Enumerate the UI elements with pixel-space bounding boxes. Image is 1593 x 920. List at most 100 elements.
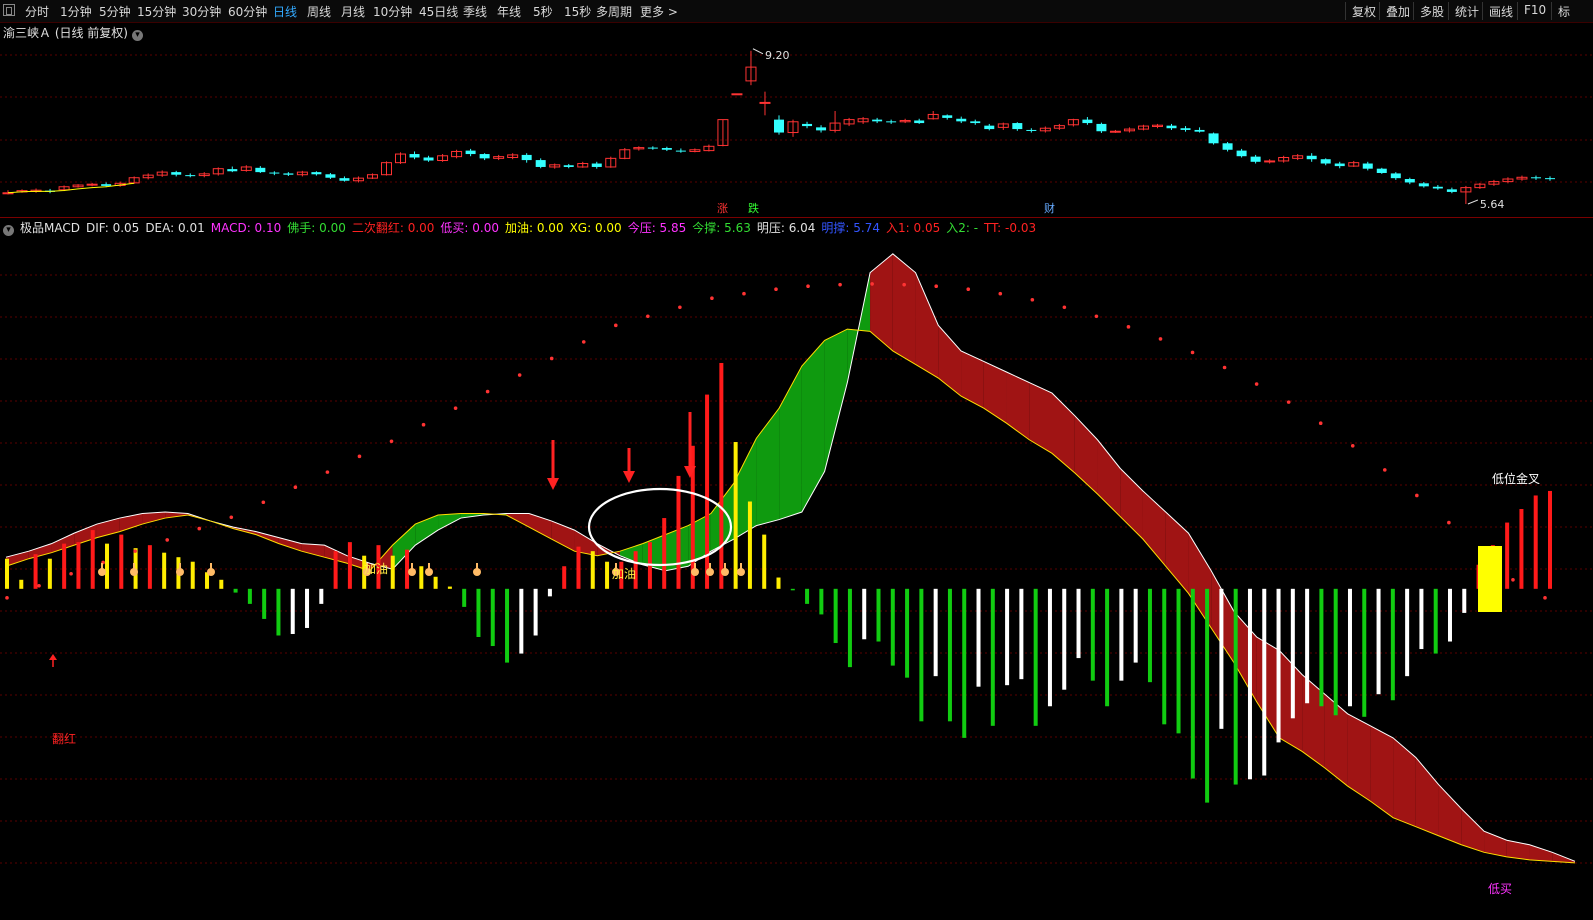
macd-bar [676, 475, 681, 589]
signal-dot [966, 287, 971, 292]
bear-band [392, 524, 416, 570]
signal-dot [293, 485, 298, 489]
macd-bar [919, 588, 924, 722]
macd-bar [162, 552, 167, 589]
signal-dot [998, 291, 1003, 296]
signal-dot [1543, 596, 1547, 600]
signal-dot [197, 526, 202, 531]
macd-bar [62, 543, 67, 589]
signal-label: 低位金叉 [1492, 471, 1540, 486]
down-arrow-head [623, 471, 635, 483]
macd-bar [147, 545, 152, 589]
macd-bar [1133, 588, 1138, 663]
hand-signal-icon [98, 568, 106, 576]
bear-band [824, 329, 848, 472]
signal-dot [229, 515, 234, 520]
signal-dot [934, 284, 939, 288]
macd-bar [547, 588, 552, 597]
signal-dot [1318, 421, 1323, 426]
macd-bar [290, 588, 295, 634]
signal-dot [774, 287, 778, 292]
signal-dot [1094, 314, 1099, 319]
macd-bar [476, 588, 481, 637]
macd-bar [1219, 588, 1224, 729]
hand-signal-icon [207, 568, 215, 576]
signal-dot [1447, 520, 1451, 525]
bull-band [6, 551, 29, 567]
macd-bar [390, 555, 395, 589]
macd-bar [1305, 588, 1310, 704]
macd-bar [1119, 588, 1124, 681]
macd-bar [262, 588, 267, 619]
bull-band [1256, 637, 1280, 738]
macd-bar [1005, 588, 1010, 686]
macd-bar [762, 534, 767, 589]
hand-signal-icon [411, 563, 413, 569]
macd-bar [1519, 509, 1524, 589]
macd-bar [805, 588, 810, 604]
signal-dot [1254, 382, 1259, 386]
signal-dot [838, 282, 842, 287]
macd-bar [1347, 588, 1352, 707]
hand-signal-icon [176, 568, 184, 576]
bull-band [870, 253, 893, 351]
bear-band [438, 513, 461, 531]
macd-bar [319, 588, 324, 604]
macd-bar [1262, 588, 1267, 776]
signal-dot [678, 305, 682, 310]
signal-dot [1382, 468, 1387, 472]
bull-band [938, 325, 962, 397]
hand-signal-icon [724, 563, 726, 569]
macd-bar [1090, 588, 1095, 681]
macd-bar [590, 551, 595, 589]
bull-band [1529, 844, 1553, 862]
macd-bar [1033, 588, 1038, 726]
signal-dot [357, 454, 362, 459]
macd-bar [333, 551, 338, 589]
macd-bar [562, 566, 567, 589]
macd-bar [976, 588, 981, 687]
macd-bar [1548, 490, 1552, 589]
signal-dot [613, 323, 618, 328]
macd-bar [447, 586, 452, 589]
signal-dot [581, 340, 586, 344]
macd-bar [747, 501, 752, 589]
bull-band [1393, 737, 1416, 827]
hand-signal-icon [694, 563, 696, 569]
macd-bar [1233, 588, 1238, 785]
macd-bar [276, 588, 281, 636]
signal-dot [742, 291, 746, 296]
macd-bar [1405, 588, 1410, 677]
signal-dot [710, 296, 714, 301]
macd-bar [33, 554, 38, 589]
hand-signal-icon [706, 568, 714, 576]
macd-bar [1462, 588, 1467, 613]
down-arrow-head [547, 478, 559, 490]
signal-dot [1415, 493, 1419, 498]
macd-bar [490, 588, 495, 647]
golden-cross-bar [1478, 546, 1502, 612]
macd-bar [1447, 588, 1452, 642]
hand-signal-icon [425, 568, 433, 576]
macd-bar [1105, 588, 1110, 707]
macd-bar [1162, 588, 1167, 725]
signal-dot [453, 406, 458, 410]
macd-bar [1533, 495, 1538, 589]
bull-band [1142, 490, 1166, 567]
hand-signal-icon [179, 563, 181, 569]
macd-bar [5, 558, 9, 589]
macd-bar [1276, 588, 1281, 743]
signal-dot [1158, 337, 1163, 341]
bull-band [1415, 757, 1439, 836]
macd-bar [119, 534, 124, 589]
signal-dot [870, 282, 874, 286]
macd-bar [662, 518, 667, 589]
bull-band [1438, 784, 1462, 845]
hand-signal-icon [721, 568, 729, 576]
macd-bar [1205, 588, 1210, 803]
signal-dot [133, 549, 137, 553]
bull-band [142, 512, 166, 525]
hand-signal-icon [476, 563, 478, 569]
macd-bar [605, 561, 610, 589]
macd-bar [1376, 588, 1381, 695]
